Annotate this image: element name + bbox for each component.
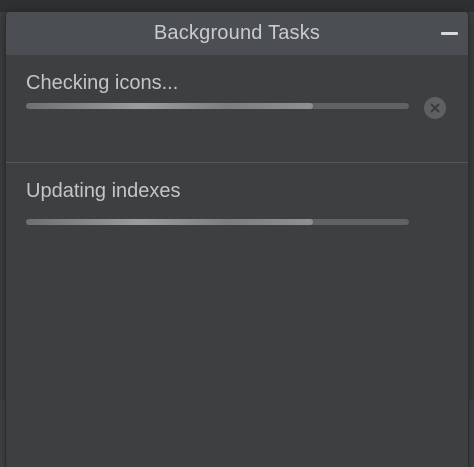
progress-bar-fill: [26, 219, 314, 225]
task-item-checking-icons: Checking icons...: [6, 55, 468, 163]
minimize-button[interactable]: [436, 21, 462, 45]
popup-header: Background Tasks: [6, 12, 468, 55]
background-top-strip: [0, 0, 474, 12]
task-label: Updating indexes: [26, 180, 181, 202]
progress-bar: [26, 103, 409, 109]
task-item-updating-indexes: Updating indexes: [6, 163, 468, 253]
minus-icon: [440, 31, 458, 35]
task-label: Checking icons...: [26, 72, 179, 94]
popup-title: Background Tasks: [153, 22, 321, 44]
progress-bar: [26, 219, 409, 225]
background-tasks-popup: Background Tasks Checking icons... Updat…: [6, 12, 468, 467]
progress-bar-fill: [26, 103, 314, 109]
cancel-task-button[interactable]: [424, 97, 446, 119]
close-icon: [430, 103, 440, 113]
screen: Background Tasks Checking icons... Updat…: [0, 0, 474, 467]
